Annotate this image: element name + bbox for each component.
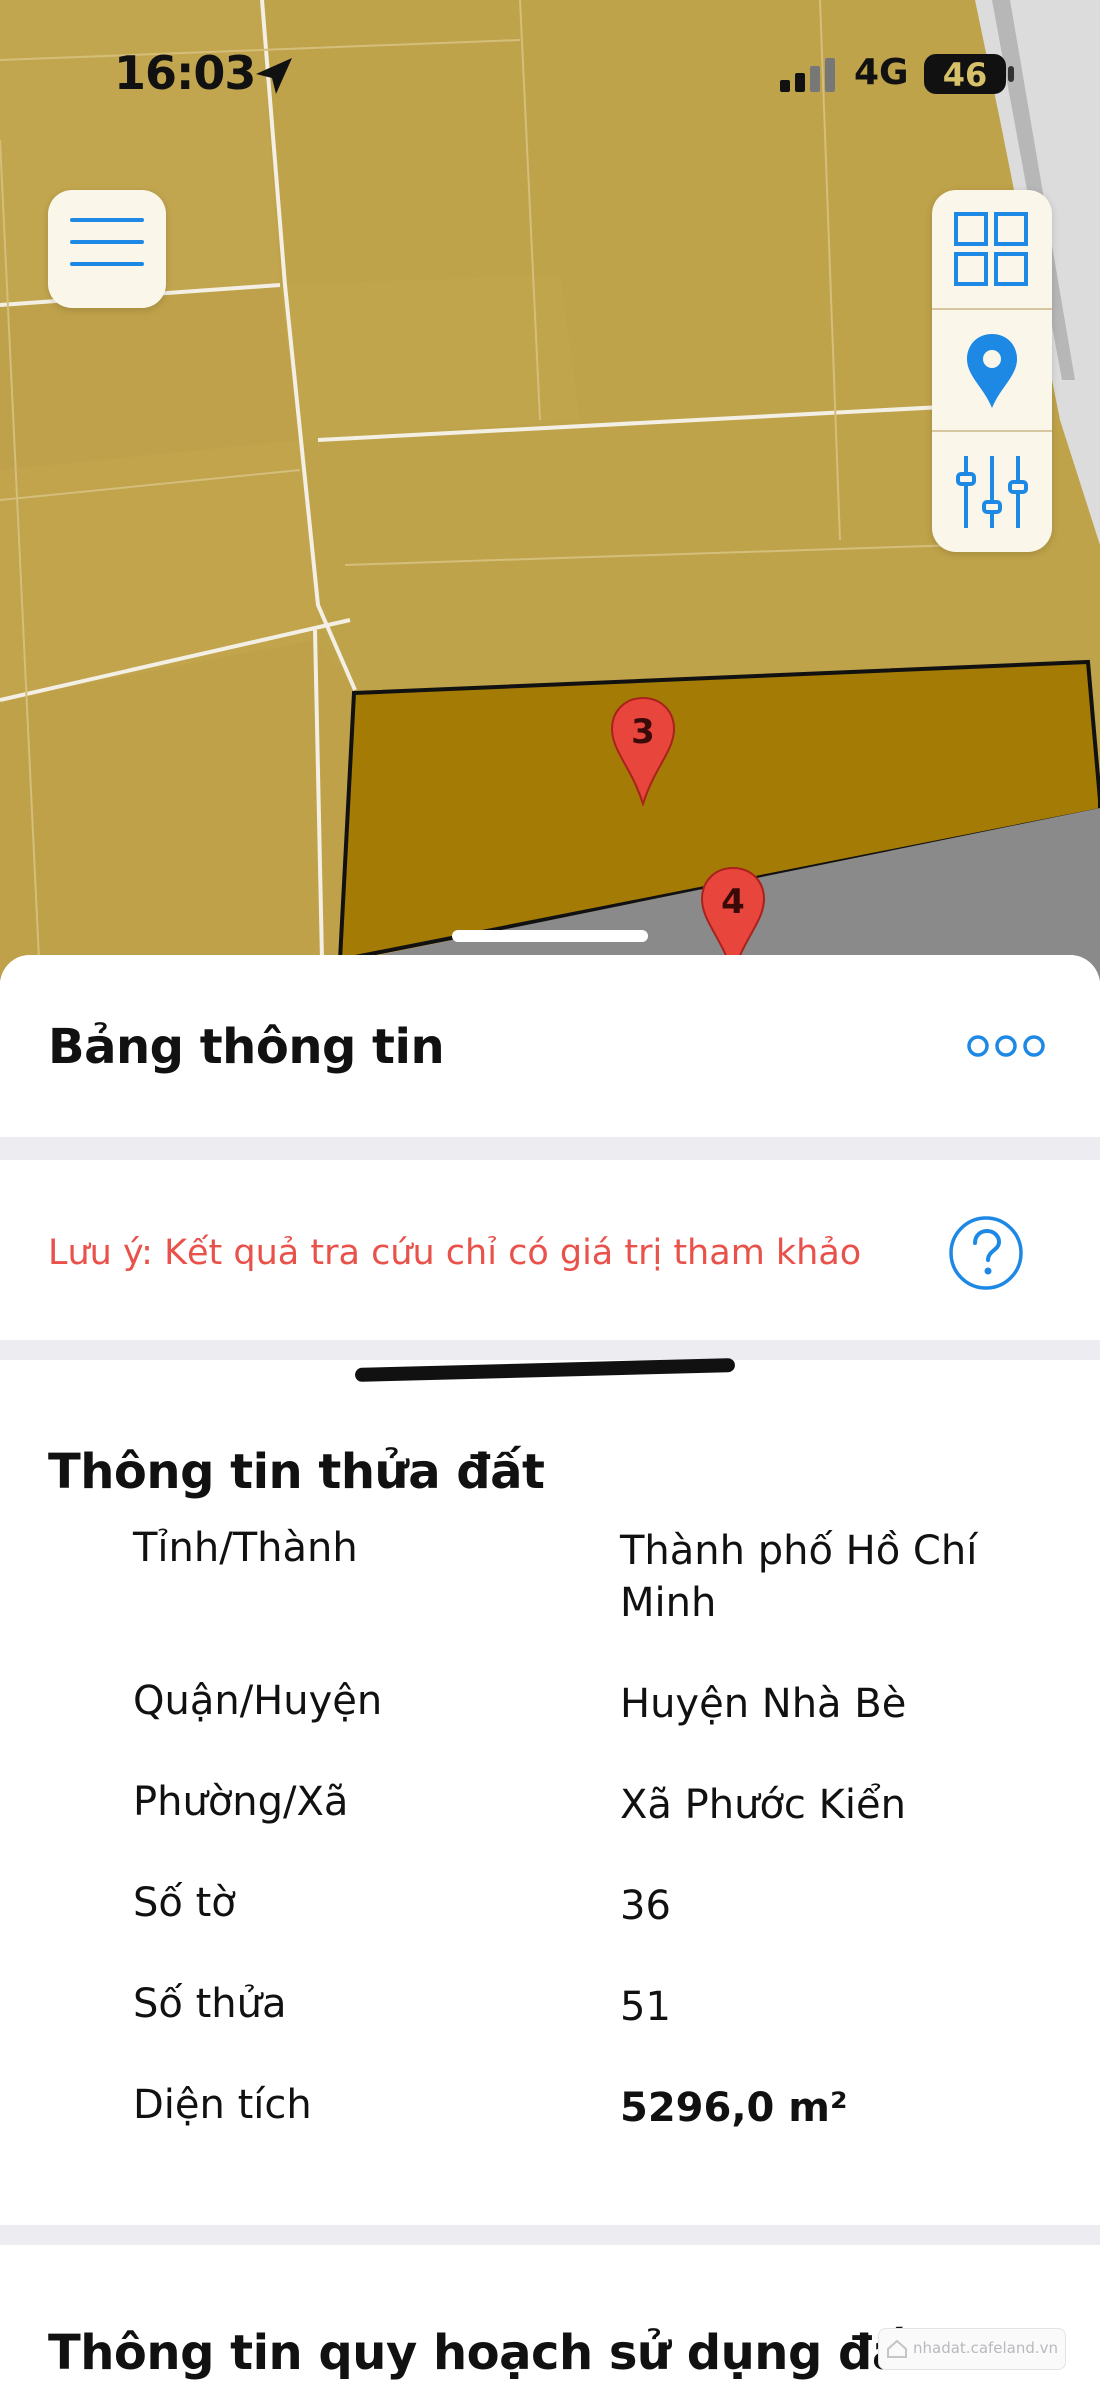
map-marker-3[interactable]: 3 [608, 696, 678, 808]
house-icon [887, 2339, 907, 2358]
location-arrow-icon [256, 58, 292, 94]
info-sheet: Bảng thông tin Lưu ý: Kết quả tra cứu ch… [0, 955, 1100, 2384]
row-value-ward: Xã Phước Kiển [620, 1782, 906, 1828]
marker-label: 3 [631, 712, 655, 752]
filter-button[interactable] [932, 432, 1052, 552]
status-bar: 16:03 4G 46 [0, 0, 1100, 150]
watermark-text: nhadat.cafeland.vn [913, 2339, 1059, 2357]
row-label-province: Tỉnh/Thành [133, 1525, 358, 1571]
parcel-info-section: Thông tin thửa đất Tỉnh/Thành Thành phố … [0, 1360, 1100, 2225]
battery-level: 46 [942, 56, 988, 94]
row-value-parcel-number: 51 [620, 1984, 671, 2030]
row-value-area: 5296,0 m² [620, 2085, 848, 2131]
watermark: nhadat.cafeland.vn [878, 2328, 1066, 2370]
map-tools [932, 190, 1052, 552]
row-value-district: Huyện Nhà Bè [620, 1681, 907, 1727]
row-label-parcel-number: Số thửa [133, 1981, 287, 2027]
row-label-ward: Phường/Xã [133, 1779, 349, 1825]
grid-icon [954, 212, 1028, 286]
planning-title: Thông tin quy hoạch sử dụng đất [48, 2325, 927, 2381]
row-value-province: Thành phố Hồ Chí Minh [620, 1528, 978, 1626]
battery-icon: 46 [924, 54, 1006, 94]
signal-icon [780, 58, 835, 92]
row-label-sheet-number: Số tờ [133, 1880, 236, 1926]
disclaimer-text: Lưu ý: Kết quả tra cứu chỉ có giá trị th… [48, 1233, 862, 1273]
marker-label: 4 [721, 882, 745, 922]
menu-button[interactable] [48, 190, 166, 308]
network-type: 4G [854, 52, 909, 93]
menu-icon [70, 218, 144, 266]
status-time: 16:03 [114, 46, 256, 100]
my-location-button[interactable] [932, 310, 1052, 430]
battery-nub [1008, 66, 1014, 82]
sliders-icon [956, 456, 1028, 528]
help-icon[interactable] [948, 1215, 1024, 1291]
more-options-icon[interactable] [966, 1031, 1046, 1061]
section-title: Thông tin thửa đất [48, 1444, 545, 1500]
panel-title: Bảng thông tin [48, 1019, 445, 1075]
row-label-district: Quận/Huyện [133, 1678, 383, 1724]
layers-button[interactable] [932, 190, 1052, 310]
disclaimer-note: Lưu ý: Kết quả tra cứu chỉ có giá trị th… [0, 1160, 1100, 1340]
panel-header: Bảng thông tin [0, 955, 1100, 1137]
sheet-grabber[interactable] [452, 930, 648, 942]
location-pin-icon [967, 334, 1017, 408]
row-value-sheet-number: 36 [620, 1883, 671, 1929]
row-label-area: Diện tích [133, 2082, 312, 2128]
